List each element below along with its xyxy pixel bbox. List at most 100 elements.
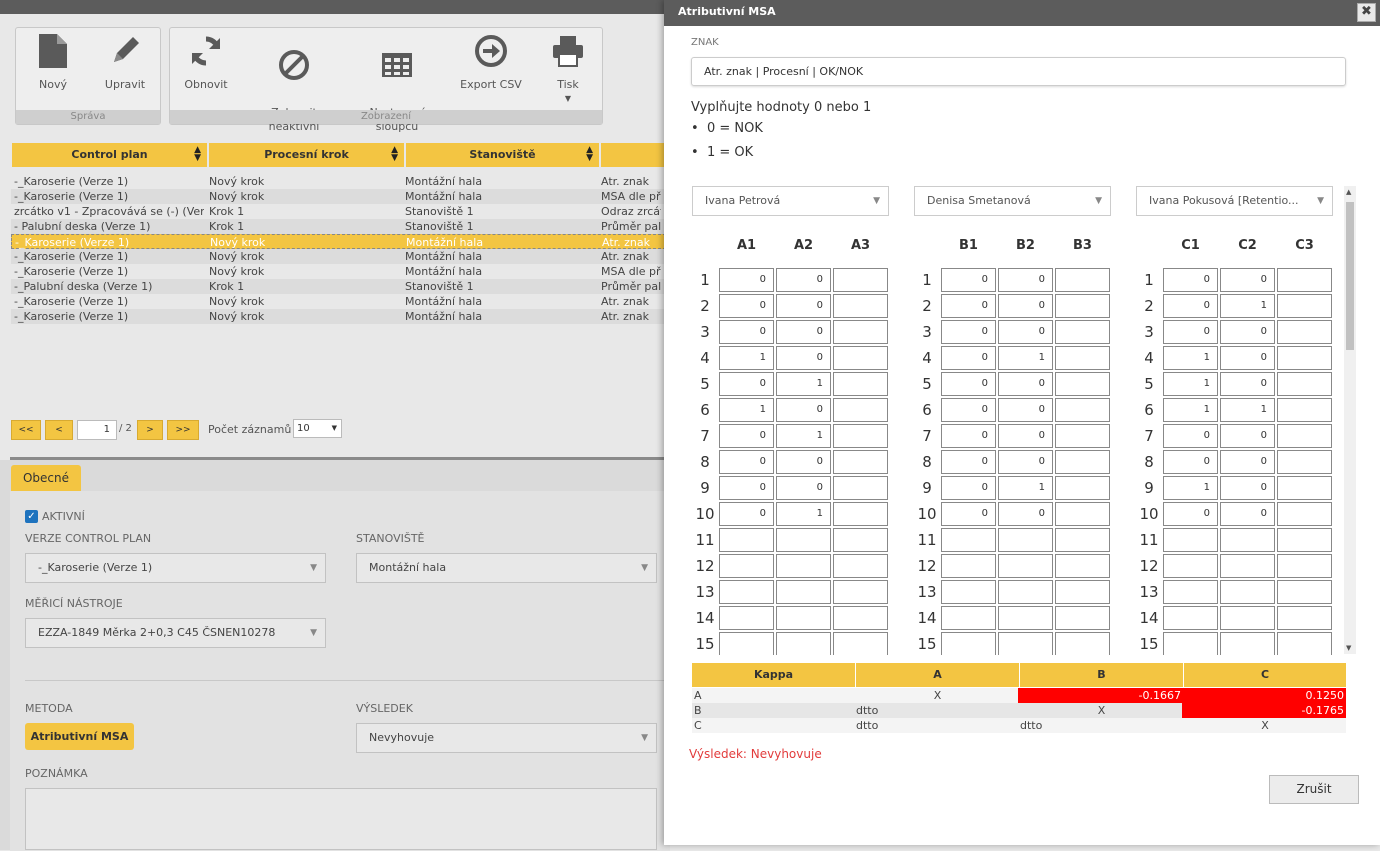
measurement-input[interactable]: 0	[719, 450, 774, 474]
measurement-input[interactable]: 1	[998, 476, 1053, 500]
table-row[interactable]: -_Karoserie (Verze 1) Nový krok Montážní h…	[11, 174, 666, 189]
pager-page-input[interactable]: 1	[77, 420, 117, 440]
column-header-process-step[interactable]: Procesní krok ▲ ▼	[209, 143, 404, 167]
measurement-input[interactable]	[1277, 554, 1332, 578]
new-button[interactable]: Nový	[28, 32, 78, 92]
measurement-input[interactable]	[998, 528, 1053, 552]
measurement-input[interactable]	[776, 632, 831, 655]
measurement-input[interactable]	[1163, 528, 1218, 552]
measurement-input[interactable]: 1	[776, 502, 831, 526]
measurement-input[interactable]: 0	[941, 320, 996, 344]
table-row[interactable]: -_Karoserie (Verze 1) Nový krok Montážní h…	[11, 309, 666, 324]
measurement-input[interactable]	[1055, 268, 1110, 292]
measurement-input[interactable]: 1	[998, 346, 1053, 370]
active-checkbox[interactable]: ✓	[25, 510, 38, 523]
table-row[interactable]: -_Karoserie (Verze 1) Nový krok Montážní h…	[11, 249, 666, 264]
measurement-input[interactable]: 1	[776, 372, 831, 396]
measurement-input[interactable]: 0	[941, 450, 996, 474]
measurement-input[interactable]	[833, 424, 888, 448]
measurement-input[interactable]: 1	[719, 398, 774, 422]
measurement-input[interactable]	[998, 632, 1053, 655]
measurement-input[interactable]	[1055, 346, 1110, 370]
measurement-input[interactable]	[1220, 632, 1275, 655]
measurement-input[interactable]	[1055, 632, 1110, 655]
measurement-input[interactable]	[1055, 294, 1110, 318]
measurement-input[interactable]	[1277, 502, 1332, 526]
measurement-input[interactable]	[1163, 554, 1218, 578]
measurement-input[interactable]	[1055, 606, 1110, 630]
measurement-input[interactable]	[1055, 476, 1110, 500]
measurement-input[interactable]: 0	[941, 268, 996, 292]
pager-next-button[interactable]: >	[137, 420, 163, 440]
measurement-input[interactable]: 0	[1163, 424, 1218, 448]
measurement-input[interactable]: 0	[998, 268, 1053, 292]
measurement-input[interactable]	[1220, 580, 1275, 604]
measurement-input[interactable]: 0	[776, 294, 831, 318]
measurement-input[interactable]: 1	[1163, 476, 1218, 500]
measurement-input[interactable]	[998, 554, 1053, 578]
measurement-input[interactable]: 1	[1163, 398, 1218, 422]
measurement-input[interactable]: 0	[719, 372, 774, 396]
measurement-input[interactable]	[1055, 372, 1110, 396]
measurement-input[interactable]	[833, 554, 888, 578]
measurement-input[interactable]: 0	[1163, 320, 1218, 344]
measurement-input[interactable]	[1277, 294, 1332, 318]
measurement-input[interactable]	[1277, 606, 1332, 630]
table-row[interactable]: -_Karoserie (Verze 1) Nový krok Montážní h…	[11, 294, 666, 309]
refresh-button[interactable]: Obnovit	[176, 32, 236, 92]
measurement-input[interactable]	[941, 554, 996, 578]
pager-prev-button[interactable]: <	[45, 420, 73, 440]
measurement-input[interactable]	[719, 606, 774, 630]
measurement-input[interactable]	[1220, 554, 1275, 578]
measurement-input[interactable]: 0	[776, 450, 831, 474]
measurement-input[interactable]	[1277, 320, 1332, 344]
record-count-select[interactable]: 10 ▼	[293, 419, 342, 438]
measurement-input[interactable]	[1277, 450, 1332, 474]
measurement-input[interactable]	[941, 580, 996, 604]
measurement-input[interactable]: 0	[776, 268, 831, 292]
measurement-input[interactable]	[1055, 424, 1110, 448]
measurement-input[interactable]: 0	[941, 294, 996, 318]
measurement-input[interactable]	[1277, 346, 1332, 370]
station-select[interactable]: Montážní hala ▼	[356, 553, 657, 583]
measurement-input[interactable]	[1277, 268, 1332, 292]
measurement-input[interactable]	[998, 580, 1053, 604]
measurement-input[interactable]	[776, 528, 831, 552]
measurement-input[interactable]	[1277, 398, 1332, 422]
measurement-input[interactable]: 0	[776, 398, 831, 422]
measurement-input[interactable]: 0	[1220, 502, 1275, 526]
cp-version-select[interactable]: -_Karoserie (Verze 1) ▼	[25, 553, 326, 583]
tool-select[interactable]: EZZA-1849 Měrka 2+0,3 C45 ČSNEN10278 ▼	[25, 618, 326, 648]
measurement-input[interactable]	[776, 554, 831, 578]
measurement-input[interactable]: 0	[1220, 424, 1275, 448]
measurement-input[interactable]	[1277, 476, 1332, 500]
measurement-input[interactable]: 0	[719, 294, 774, 318]
scroll-up-arrow[interactable]: ▲	[1346, 188, 1351, 196]
measurement-input[interactable]	[1277, 372, 1332, 396]
measurement-input[interactable]: 0	[998, 424, 1053, 448]
pager-first-button[interactable]: <<	[11, 420, 41, 440]
table-row[interactable]: -_Karoserie (Verze 1) Nový krok Montážní h…	[11, 234, 666, 249]
column-header-station[interactable]: Stanoviště ▲ ▼	[406, 143, 599, 167]
measurement-input[interactable]	[1055, 528, 1110, 552]
table-row[interactable]: -_Karoserie (Verze 1) Nový krok Montážní h…	[11, 189, 666, 204]
measurement-input[interactable]	[1277, 632, 1332, 655]
measurement-input[interactable]	[776, 606, 831, 630]
measurement-input[interactable]: 0	[998, 398, 1053, 422]
measurement-input[interactable]	[1055, 320, 1110, 344]
measurement-input[interactable]: 0	[1163, 502, 1218, 526]
note-textarea[interactable]	[25, 788, 657, 850]
measurement-input[interactable]	[1163, 632, 1218, 655]
measurement-input[interactable]: 1	[719, 346, 774, 370]
table-row[interactable]: - Palubní deska (Verze 1) Krok 1 Stanovišt…	[11, 219, 666, 234]
column-header-characteristic[interactable]	[601, 143, 666, 167]
table-row[interactable]: -_Karoserie (Verze 1) Nový krok Montážní h…	[11, 264, 666, 279]
scrollbar-thumb[interactable]	[1346, 202, 1354, 350]
measurement-input[interactable]	[833, 268, 888, 292]
measurement-input[interactable]	[1220, 606, 1275, 630]
pager-last-button[interactable]: >>	[167, 420, 199, 440]
measurement-input[interactable]: 0	[1220, 268, 1275, 292]
measurement-input[interactable]: 1	[776, 424, 831, 448]
measurement-input[interactable]: 0	[998, 294, 1053, 318]
measurement-input[interactable]	[1163, 606, 1218, 630]
